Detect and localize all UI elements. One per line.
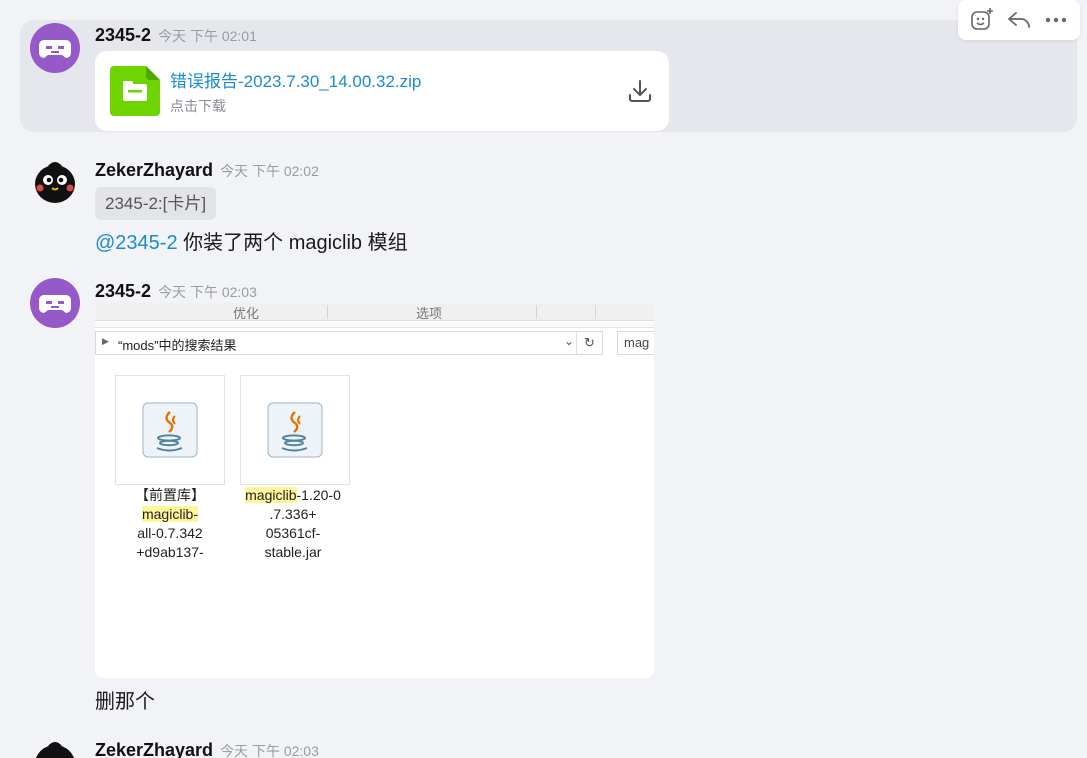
message-body: @2345-2 你装了两个 magiclib 模组 — [95, 226, 408, 255]
screenshot-image[interactable]: 优化 选项 ▶ “mods”中的搜索结果 ⌄ ↻ mag 【前置库】 magic… — [95, 303, 654, 678]
file-label: magiclib-1.20-0 .7.336+ 05361cf- stable.… — [245, 487, 341, 560]
avatar[interactable] — [30, 736, 80, 758]
file-tile — [240, 375, 350, 485]
mention-link[interactable]: @2345-2 — [95, 232, 178, 254]
file-card[interactable]: 错误报告-2023.7.30_14.00.32.zip 点击下载 — [95, 51, 669, 131]
owl-avatar-icon — [36, 742, 74, 758]
refresh-icon: ↻ — [576, 332, 602, 354]
file-tile — [115, 375, 225, 485]
timestamp: 今天 下午 02:03 — [220, 743, 319, 758]
sender-name[interactable]: 2345-2 — [95, 281, 151, 302]
sender-name[interactable]: ZekerZhayard — [95, 160, 213, 181]
message-text: 你装了两个 magiclib 模组 — [177, 232, 408, 254]
explorer-ribbon: 优化 选项 — [95, 303, 654, 321]
message-file[interactable]: 2345-2 今天 下午 02:01 错误报告-2023.7.30_14.00.… — [20, 20, 1077, 132]
address-path: “mods”中的搜索结果 — [118, 338, 237, 353]
message-header: ZekerZhayard 今天 下午 02:03 — [95, 740, 319, 758]
message-header: 2345-2 今天 下午 02:03 — [95, 281, 257, 302]
owl-avatar-icon — [35, 162, 75, 203]
address-bar: ▶ “mods”中的搜索结果 ⌄ ↻ — [95, 331, 603, 355]
quoted-reply[interactable]: 2345-2:[卡片] — [95, 187, 217, 220]
avatar[interactable] — [30, 278, 80, 328]
sender-name[interactable]: 2345-2 — [95, 25, 151, 46]
file-label: 【前置库】 magiclib- all-0.7.342 +d9ab137- — [135, 487, 205, 560]
sender-name[interactable]: ZekerZhayard — [95, 740, 213, 758]
bot-face-icon — [39, 40, 71, 58]
avatar[interactable] — [30, 156, 80, 206]
emoji-add-icon[interactable] — [967, 5, 997, 35]
download-button[interactable] — [627, 78, 653, 104]
search-highlight: magiclib — [245, 487, 297, 503]
ribbon-strip — [95, 322, 654, 328]
reply-icon[interactable] — [1004, 5, 1034, 35]
more-icon[interactable] — [1041, 5, 1071, 35]
file-name[interactable]: 错误报告-2023.7.30_14.00.32.zip — [170, 67, 421, 92]
file-download-hint: 点击下载 — [170, 98, 226, 114]
avatar[interactable] — [30, 23, 80, 73]
java-file-icon — [142, 402, 198, 458]
bot-face-icon — [39, 295, 71, 313]
download-icon — [629, 80, 651, 102]
ribbon-label-options: 选项 — [416, 306, 443, 321]
timestamp: 今天 下午 02:03 — [158, 284, 257, 300]
timestamp: 今天 下午 02:02 — [220, 163, 319, 179]
chat-view: 2345-2 今天 下午 02:01 错误报告-2023.7.30_14.00.… — [0, 0, 1087, 758]
timestamp: 今天 下午 02:01 — [158, 28, 257, 44]
message-header: ZekerZhayard 今天 下午 02:02 — [95, 160, 319, 181]
search-box: mag — [617, 331, 654, 355]
ribbon-label-optimize: 优化 — [233, 306, 260, 321]
search-highlight: magiclib- — [141, 506, 198, 522]
folder-file-icon — [110, 66, 160, 116]
message-header: 2345-2 今天 下午 02:01 — [95, 25, 257, 46]
java-file-icon — [267, 402, 323, 458]
message-partial[interactable]: ZekerZhayard 今天 下午 02:03 — [20, 730, 1077, 758]
chevron-down-icon: ⌄ — [563, 334, 574, 348]
expand-arrow-icon: ▶ — [102, 336, 109, 346]
message-action-bar — [958, 0, 1080, 40]
message-body: 删那个 — [95, 691, 155, 713]
